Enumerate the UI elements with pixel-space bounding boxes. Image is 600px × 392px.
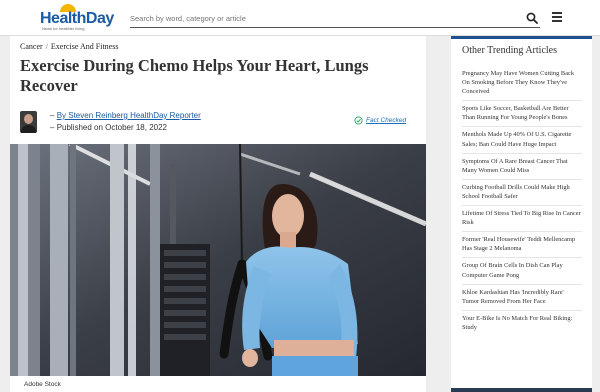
breadcrumb: Cancer / Exercise And Fitness xyxy=(20,42,118,51)
healthday-logo[interactable]: HealthDay News for healthier living xyxy=(40,4,116,32)
trending-item[interactable]: Sports Like Soccer, Basketball Are Bette… xyxy=(462,104,582,128)
byline-dash: – xyxy=(50,111,55,120)
search-bar xyxy=(130,10,540,28)
article-card: Cancer / Exercise And Fitness Exercise Dur… xyxy=(10,36,426,392)
logo-part1: Health xyxy=(40,10,86,27)
trending-item[interactable]: Your E-Bike Is No Match For Real Biking:… xyxy=(462,314,582,336)
fact-check-label: Fact Checked xyxy=(366,117,407,124)
menu-icon[interactable] xyxy=(552,12,562,22)
trending-item[interactable]: Curbing Football Drills Could Make High … xyxy=(462,183,582,207)
trending-list: Pregnancy May Have Women Cutting Back On… xyxy=(462,69,582,339)
sidebar-title: Other Trending Articles xyxy=(462,45,557,56)
breadcrumb-exercise-fitness[interactable]: Exercise And Fitness xyxy=(51,42,119,51)
trending-item[interactable]: Menthols Made Up 40% Of U.S. Cigarette S… xyxy=(462,130,582,154)
trending-item[interactable]: Pregnancy May Have Women Cutting Back On… xyxy=(462,69,582,102)
byline-dash: – xyxy=(50,123,55,132)
article-title: Exercise During Chemo Helps Your Heart, … xyxy=(20,56,369,95)
logo-tagline: News for healthier living xyxy=(42,26,85,31)
check-circle-icon xyxy=(354,116,363,125)
breadcrumb-cancer[interactable]: Cancer xyxy=(20,42,43,51)
image-credit: Adobe Stock xyxy=(24,381,61,388)
trending-item[interactable]: Group Of Brain Cells In Dish Can Play Co… xyxy=(462,261,582,285)
author-avatar[interactable] xyxy=(20,111,37,133)
trending-item[interactable]: Former 'Real Housewife' Teddi Mellencamp… xyxy=(462,235,582,259)
article-hero-image xyxy=(10,144,426,376)
site-header: HealthDay News for healthier living xyxy=(0,0,600,36)
fact-check-link[interactable]: Fact Checked xyxy=(354,116,407,125)
trending-item[interactable]: Khloe Kardashian Has 'Incredibly Rare' T… xyxy=(462,288,582,311)
breadcrumb-separator: / xyxy=(45,42,48,51)
logo-part2: Day xyxy=(85,10,114,27)
trending-item[interactable]: Lifetime Of Stress Tied To Big Rise In C… xyxy=(462,209,582,233)
search-input[interactable] xyxy=(130,10,510,26)
published-date: Published on October 18, 2022 xyxy=(56,123,167,132)
search-icon[interactable] xyxy=(526,12,538,24)
sidebar-thumbnail[interactable] xyxy=(451,388,592,392)
author-link[interactable]: By Steven Reinberg HealthDay Reporter xyxy=(57,111,201,120)
trending-item[interactable]: Symptoms Of A Rare Breast Cancer That Ma… xyxy=(462,157,582,180)
trending-sidebar: Other Trending Articles Pregnancy May Ha… xyxy=(451,36,592,388)
byline: – By Steven Reinberg HealthDay Reporter … xyxy=(50,110,201,134)
